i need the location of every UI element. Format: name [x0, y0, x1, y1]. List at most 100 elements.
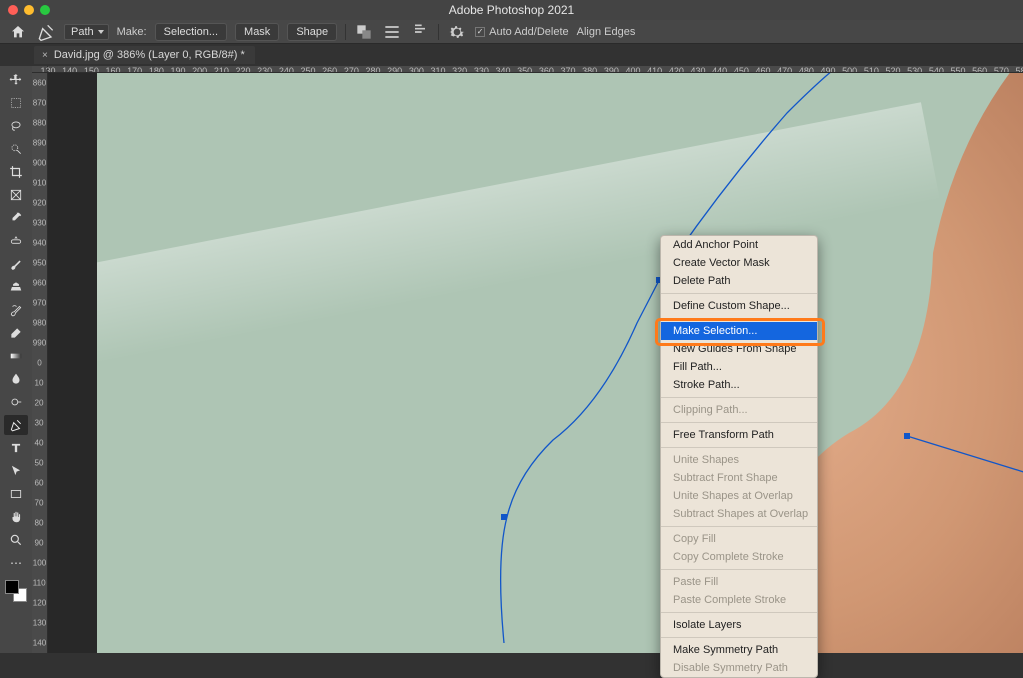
- hand-tool[interactable]: [4, 507, 28, 527]
- vertical-ruler[interactable]: 8608708808909009109209309409509609709809…: [32, 73, 48, 653]
- eraser-tool[interactable]: [4, 323, 28, 343]
- type-tool[interactable]: [4, 438, 28, 458]
- foreground-color-swatch[interactable]: [5, 580, 19, 594]
- ruler-tick: 240: [279, 66, 294, 73]
- auto-add-delete-label: Auto Add/Delete: [489, 26, 569, 38]
- ruler-tick: 230: [257, 66, 272, 73]
- history-brush-tool[interactable]: [4, 300, 28, 320]
- menu-item[interactable]: Delete Path: [661, 272, 817, 290]
- ruler-tick: 510: [864, 66, 879, 73]
- blur-tool[interactable]: [4, 369, 28, 389]
- horizontal-ruler[interactable]: 1301401501601701801902002102202302402502…: [32, 66, 1023, 73]
- close-tab-icon[interactable]: ×: [42, 50, 48, 61]
- crop-tool[interactable]: [4, 162, 28, 182]
- menu-item[interactable]: Make Selection...: [661, 322, 817, 340]
- canvas-area: 1301401501601701801902002102202302402502…: [32, 66, 1023, 653]
- ruler-tick: 540: [929, 66, 944, 73]
- menu-item[interactable]: Fill Path...: [661, 358, 817, 376]
- path-arrange-icon[interactable]: [410, 23, 430, 41]
- path-select-tool[interactable]: [4, 461, 28, 481]
- color-swatches[interactable]: [5, 580, 27, 602]
- ruler-tick: 460: [755, 66, 770, 73]
- shape-button[interactable]: Shape: [287, 23, 337, 41]
- menu-item[interactable]: New Guides From Shape: [661, 340, 817, 358]
- ruler-tick: 190: [170, 66, 185, 73]
- ruler-tick: 290: [387, 66, 402, 73]
- ruler-tick: 370: [560, 66, 575, 73]
- ruler-tick: 310: [430, 66, 445, 73]
- dodge-tool[interactable]: [4, 392, 28, 412]
- ruler-tick: 180: [149, 66, 164, 73]
- ruler-tick: 130: [32, 613, 47, 633]
- pen-tool[interactable]: [4, 415, 28, 435]
- ruler-tick: 530: [907, 66, 922, 73]
- ruler-tick: 470: [777, 66, 792, 73]
- toolbox: ⋯: [0, 66, 32, 653]
- document-tab[interactable]: × David.jpg @ 386% (Layer 0, RGB/8#) *: [34, 46, 255, 64]
- checkbox-icon: ✓: [475, 27, 485, 37]
- options-bar: Path Make: Selection... Mask Shape ✓ Aut…: [0, 20, 1023, 44]
- marquee-tool[interactable]: [4, 93, 28, 113]
- ruler-tick: 160: [105, 66, 120, 73]
- make-label: Make:: [117, 26, 147, 38]
- eyedropper-tool[interactable]: [4, 208, 28, 228]
- ruler-tick: 330: [474, 66, 489, 73]
- menu-item[interactable]: Free Transform Path: [661, 426, 817, 444]
- edit-toolbar-button[interactable]: ⋯: [4, 553, 28, 573]
- menu-item[interactable]: Define Custom Shape...: [661, 297, 817, 315]
- quick-select-tool[interactable]: [4, 139, 28, 159]
- rectangle-tool[interactable]: [4, 484, 28, 504]
- context-menu[interactable]: Add Anchor PointCreate Vector MaskDelete…: [660, 235, 818, 678]
- menu-item: Subtract Front Shape: [661, 469, 817, 487]
- brush-tool[interactable]: [4, 254, 28, 274]
- frame-tool[interactable]: [4, 185, 28, 205]
- ruler-tick: 360: [539, 66, 554, 73]
- ruler-tick: 270: [344, 66, 359, 73]
- ruler-tick: 390: [604, 66, 619, 73]
- mask-button[interactable]: Mask: [235, 23, 279, 41]
- menu-item[interactable]: Create Vector Mask: [661, 254, 817, 272]
- ruler-tick: 380: [582, 66, 597, 73]
- zoom-tool[interactable]: [4, 530, 28, 550]
- ruler-tick: 450: [734, 66, 749, 73]
- menu-item[interactable]: Stroke Path...: [661, 376, 817, 394]
- image-content: [97, 73, 1023, 653]
- ruler-tick: 560: [972, 66, 987, 73]
- align-edges-label: Align Edges: [577, 26, 636, 38]
- workspace: ⋯ 13014015016017018019020021022023024025…: [0, 66, 1023, 653]
- app-title: Adobe Photoshop 2021: [0, 3, 1023, 17]
- move-tool[interactable]: [4, 70, 28, 90]
- healing-brush-tool[interactable]: [4, 231, 28, 251]
- tool-mode-dropdown[interactable]: Path: [64, 24, 109, 40]
- path-operations-icon[interactable]: [354, 23, 374, 41]
- menu-divider: [661, 569, 817, 570]
- ruler-tick: 920: [32, 193, 47, 213]
- home-button[interactable]: [8, 23, 28, 41]
- selection-button[interactable]: Selection...: [155, 23, 227, 41]
- work-path[interactable]: [97, 73, 1023, 643]
- ruler-tick: 570: [994, 66, 1009, 73]
- lasso-tool[interactable]: [4, 116, 28, 136]
- ruler-tick: 550: [950, 66, 965, 73]
- menu-item[interactable]: Add Anchor Point: [661, 236, 817, 254]
- ruler-tick: 110: [32, 573, 47, 593]
- ruler-tick: 430: [690, 66, 705, 73]
- ruler-tick: 250: [300, 66, 315, 73]
- ruler-tick: 0: [32, 353, 47, 373]
- menu-item[interactable]: Isolate Layers: [661, 616, 817, 634]
- ruler-tick: 930: [32, 213, 47, 233]
- menu-item: Paste Complete Stroke: [661, 591, 817, 609]
- gear-icon[interactable]: [447, 23, 467, 41]
- menu-item[interactable]: Make Symmetry Path: [661, 641, 817, 659]
- path-align-icon[interactable]: [382, 23, 402, 41]
- gradient-tool[interactable]: [4, 346, 28, 366]
- menu-item: Copy Fill: [661, 530, 817, 548]
- pen-tool-icon[interactable]: [36, 23, 56, 41]
- ruler-tick: 900: [32, 153, 47, 173]
- clone-stamp-tool[interactable]: [4, 277, 28, 297]
- auto-add-delete-checkbox[interactable]: ✓ Auto Add/Delete: [475, 26, 569, 38]
- titlebar: Adobe Photoshop 2021: [0, 0, 1023, 20]
- menu-divider: [661, 637, 817, 638]
- ruler-tick: 120: [32, 593, 47, 613]
- document-canvas[interactable]: [48, 73, 1023, 653]
